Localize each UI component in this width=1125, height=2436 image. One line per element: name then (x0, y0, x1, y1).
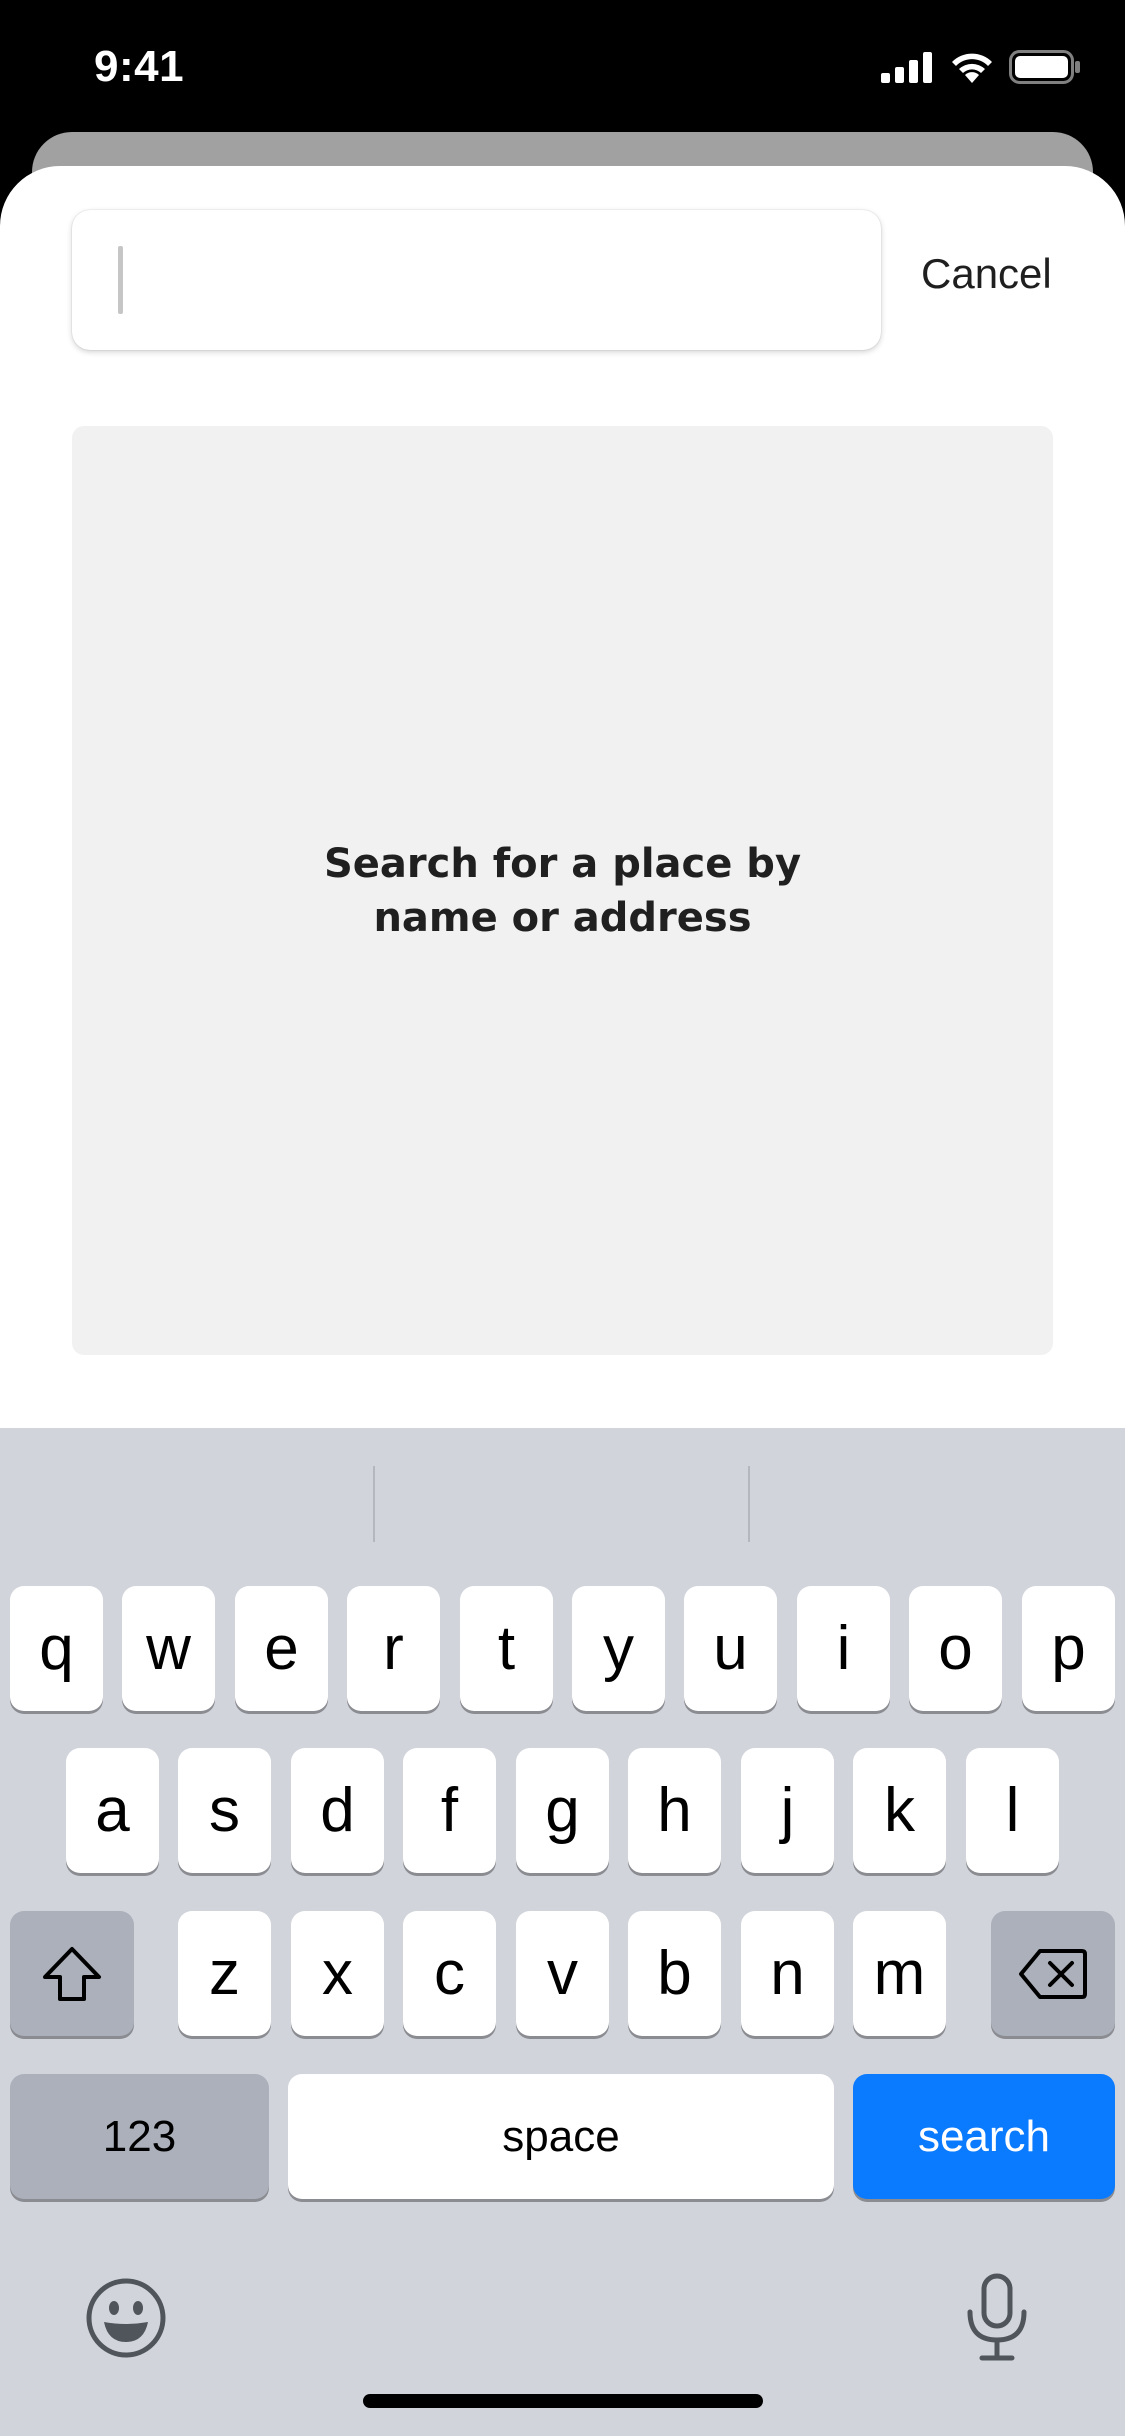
key-t[interactable]: t (460, 1586, 553, 1711)
app-screen: 9:41 Cancel Search for a place by name o… (0, 0, 1125, 2436)
key-c[interactable]: c (403, 1911, 496, 2036)
suggestion-divider (373, 1466, 375, 1542)
text-cursor (118, 246, 123, 314)
key-e[interactable]: e (235, 1586, 328, 1711)
search-key[interactable]: search (853, 2074, 1115, 2199)
status-time: 9:41 (94, 42, 185, 91)
key-b[interactable]: b (628, 1911, 721, 2036)
emoji-icon[interactable] (84, 2276, 168, 2360)
delete-key[interactable] (991, 1911, 1115, 2036)
shift-key[interactable] (10, 1911, 134, 2036)
home-indicator[interactable] (363, 2394, 763, 2408)
wifi-icon (952, 53, 992, 83)
microphone-icon[interactable] (962, 2272, 1032, 2364)
keyboard: q w e r t y u i o p a s d f g h j k l z … (0, 1428, 1125, 2436)
key-z[interactable]: z (178, 1911, 271, 2036)
key-u[interactable]: u (684, 1586, 777, 1711)
key-q[interactable]: q (10, 1586, 103, 1711)
key-h[interactable]: h (628, 1748, 721, 1873)
results-panel: Search for a place by name or address (72, 426, 1053, 1355)
key-d[interactable]: d (291, 1748, 384, 1873)
key-k[interactable]: k (853, 1748, 946, 1873)
key-l[interactable]: l (966, 1748, 1059, 1873)
key-r[interactable]: r (347, 1586, 440, 1711)
key-w[interactable]: w (122, 1586, 215, 1711)
key-j[interactable]: j (741, 1748, 834, 1873)
key-x[interactable]: x (291, 1911, 384, 2036)
key-s[interactable]: s (178, 1748, 271, 1873)
key-a[interactable]: a (66, 1748, 159, 1873)
search-box[interactable] (72, 210, 881, 350)
key-g[interactable]: g (516, 1748, 609, 1873)
status-bar: 9:41 (0, 0, 1125, 132)
cancel-button[interactable]: Cancel (921, 250, 1052, 298)
empty-state-message: Search for a place by name or address (323, 840, 802, 941)
suggestion-divider (748, 1466, 750, 1542)
key-f[interactable]: f (403, 1748, 496, 1873)
search-input[interactable] (72, 210, 881, 350)
key-m[interactable]: m (853, 1911, 946, 2036)
suggestion-bar (0, 1428, 1125, 1578)
numbers-key[interactable]: 123 (10, 2074, 269, 2199)
key-v[interactable]: v (516, 1911, 609, 2036)
cellular-signal-icon (881, 52, 932, 83)
status-icons (881, 50, 1081, 84)
key-o[interactable]: o (909, 1586, 1002, 1711)
key-p[interactable]: p (1022, 1586, 1115, 1711)
space-key[interactable]: space (288, 2074, 834, 2199)
key-i[interactable]: i (797, 1586, 890, 1711)
key-y[interactable]: y (572, 1586, 665, 1711)
shift-icon (43, 1946, 101, 2001)
delete-icon (1019, 1948, 1087, 1999)
battery-icon (1009, 50, 1080, 84)
key-n[interactable]: n (741, 1911, 834, 2036)
